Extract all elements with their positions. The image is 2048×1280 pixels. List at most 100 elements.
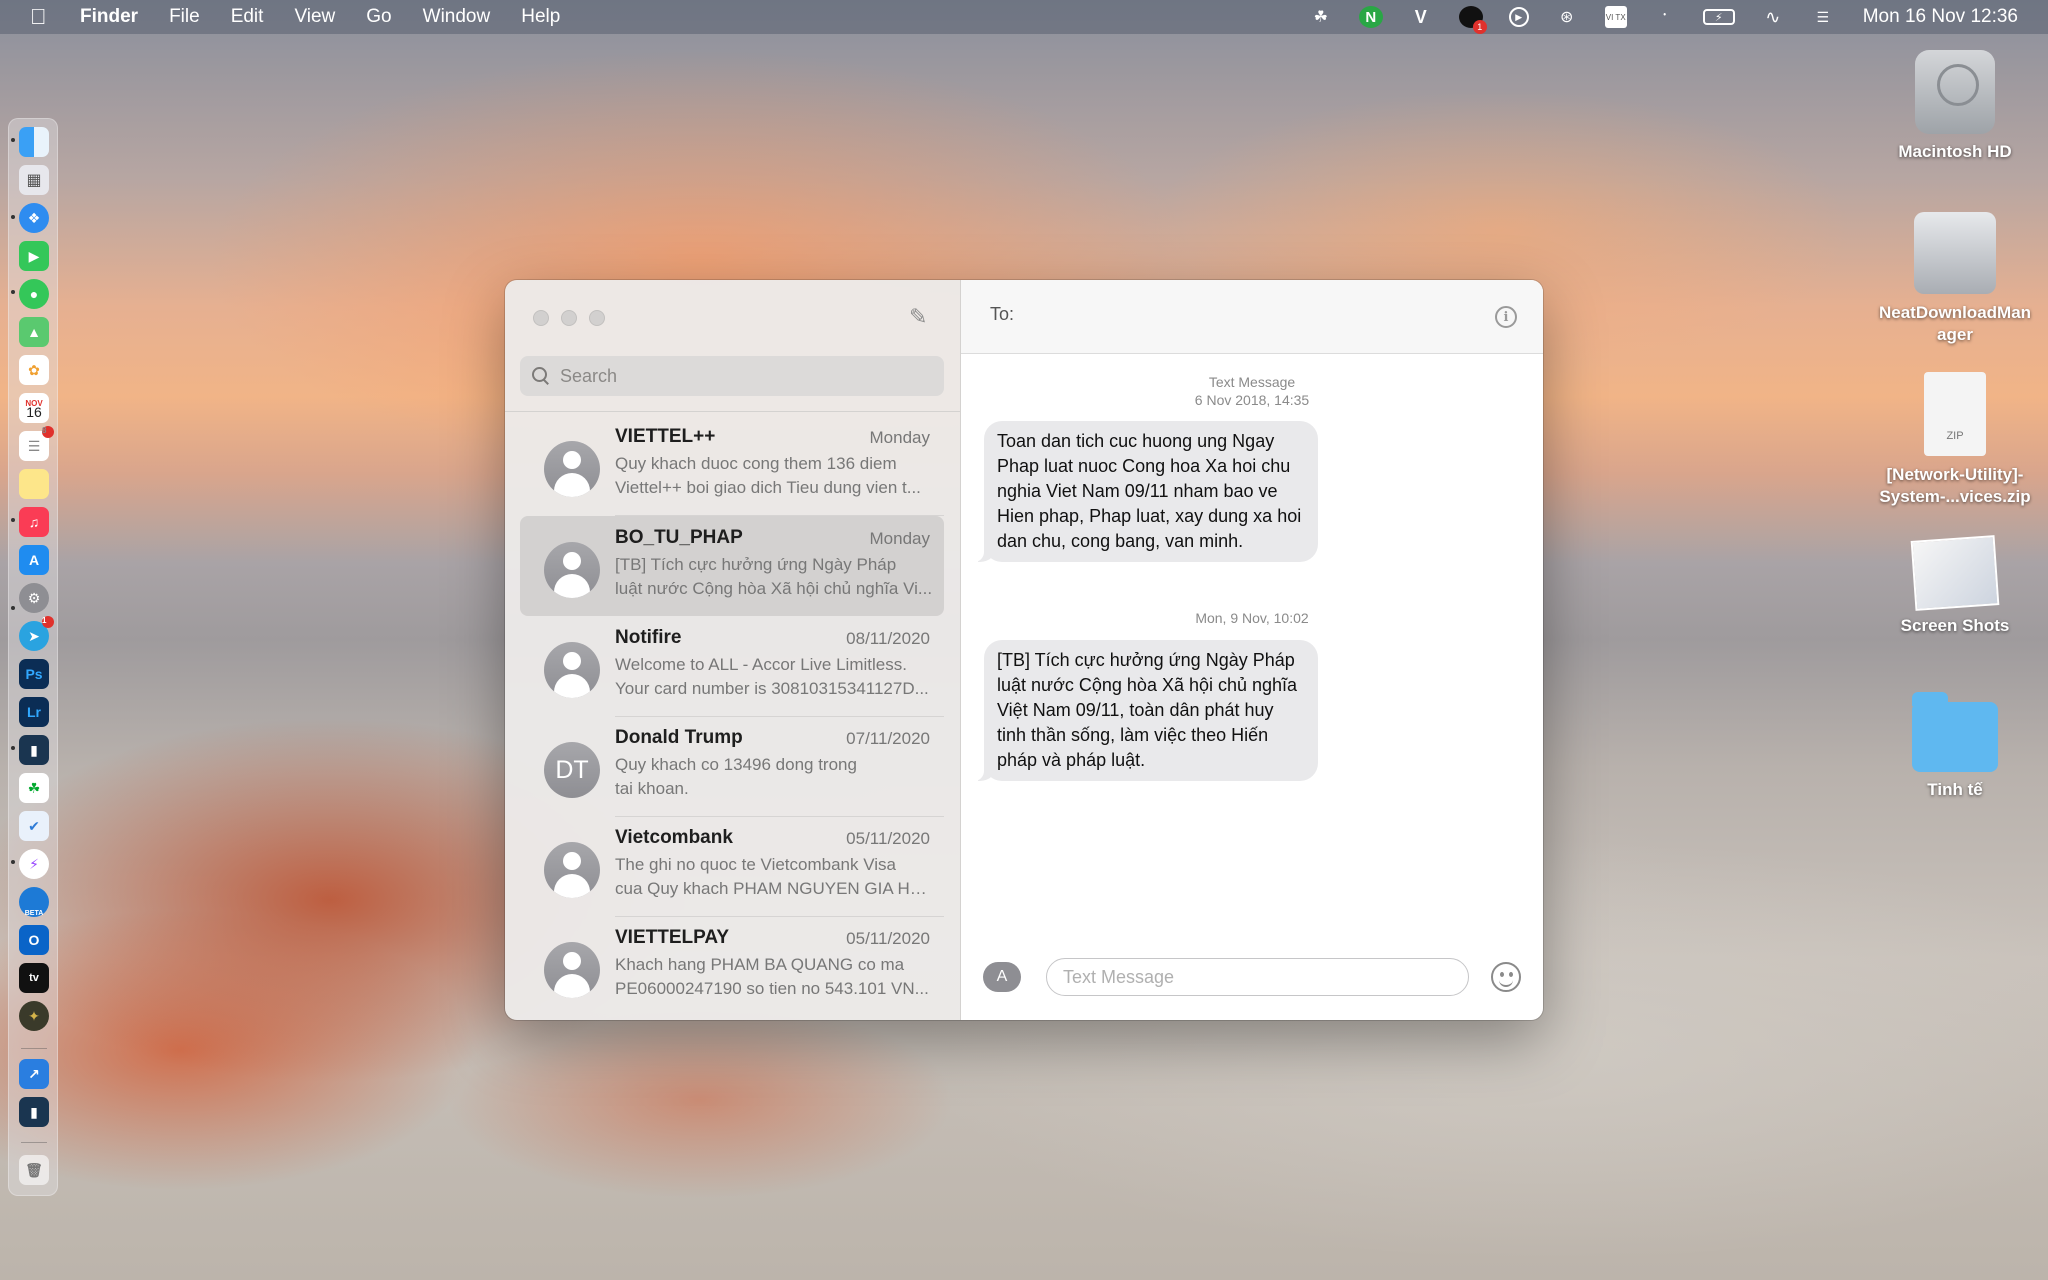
app-store-apps-icon[interactable]: A (983, 962, 1021, 992)
dock-badge: 1 (42, 616, 54, 628)
dock-running-dot (11, 860, 15, 864)
conversation-preview: [TB] Tích cực hưởng ứng Ngày Pháp luật n… (615, 555, 933, 598)
folder-icon (1912, 692, 1998, 772)
menu-help[interactable]: Help (521, 6, 560, 28)
bluetooth-icon[interactable]: ᛫ (1653, 6, 1677, 28)
menu-clock[interactable]: Mon 16 Nov 12:36 (1863, 6, 2018, 28)
conversation-name: Notifire (615, 627, 682, 648)
messenger-icon[interactable]: ⚡ (19, 849, 49, 879)
avatar (544, 542, 600, 598)
avatar (544, 942, 600, 998)
conversation-item[interactable]: VIETTELPAY 05/11/2020 Khach hang PHAM BA… (520, 916, 944, 1016)
menu-file[interactable]: File (169, 6, 200, 28)
wifi-icon[interactable]: ∿ (1761, 6, 1785, 28)
desktop-item-label: Tinh tế (1927, 780, 1983, 799)
conversation-name: VIETTEL++ (615, 426, 716, 447)
desktop-item-label: [Network-Utility]-System-...vices.zip (1879, 465, 2031, 506)
calendar-icon[interactable]: NOV 16 (19, 393, 49, 423)
conversation-preview: Quy khach co 13496 dong trong tai khoan. (615, 755, 857, 798)
avatar (544, 842, 600, 898)
apple-menu-icon[interactable]:  (30, 5, 52, 29)
dock: ▦ ❖ ▶ ● ▲ ✿ NOV 16 ☰ 8 ♫ A ⚙ ➤ 1 Ps Lr ▮ ☘… (8, 118, 58, 1196)
messages-icon[interactable]: ● (19, 279, 49, 309)
message-bubble[interactable]: [TB] Tích cực hưởng ứng Ngày Pháp luật n… (974, 640, 1318, 781)
n-icon[interactable]: N (1358, 6, 1383, 28)
v-icon[interactable]: V (1409, 6, 1433, 28)
maps-icon[interactable]: ▲ (19, 317, 49, 347)
activity-icon[interactable]: ↗ (19, 1059, 49, 1089)
chat-header: To: i (961, 280, 1543, 354)
conversation-item[interactable]: Notifire 08/11/2020 Welcome to ALL - Acc… (520, 616, 944, 716)
conversation-name: BO_TU_PHAP (615, 527, 743, 548)
notification-icon[interactable]: 1 (1458, 6, 1487, 34)
notes-icon[interactable] (19, 469, 49, 499)
lightroom-icon[interactable]: Lr (19, 697, 49, 727)
photos-icon[interactable]: ✿ (19, 355, 49, 385)
trash-icon[interactable]: 🗑 (19, 1155, 49, 1185)
edge-beta-icon[interactable]: BETA (19, 887, 49, 917)
conversation-date: 07/11/2020 (846, 729, 930, 748)
photoshop-icon[interactable]: Ps (19, 659, 49, 689)
message-input[interactable] (1046, 958, 1469, 996)
conversation-sidebar: ✎ VIETTEL++ Monday Quy khach duoc cong t… (505, 280, 961, 1020)
apple-tv-icon[interactable]: tv (19, 963, 49, 993)
zip-badge: ZIP (1946, 430, 1964, 442)
outlook-icon[interactable]: O (19, 925, 49, 955)
desktop-item-screen-shots[interactable]: Screen Shots (1875, 535, 2035, 636)
emoji-icon[interactable] (1491, 962, 1521, 992)
conversation-item[interactable]: DT Donald Trump 07/11/2020 Quy khach co … (520, 716, 944, 816)
dock-separator (21, 1048, 47, 1049)
desktop-item-zip-file[interactable]: ZIP [Network-Utility]-System-...vices.zi… (1875, 372, 2035, 508)
desktop-item-label: NeatDownloadManager (1878, 303, 2032, 344)
menu-go[interactable]: Go (366, 6, 391, 28)
system-preferences-icon[interactable]: ⚙ (19, 583, 49, 613)
zoom-button[interactable] (589, 310, 605, 326)
app-icon[interactable]: ▮ (19, 735, 49, 765)
evernote-icon[interactable]: ☘ (1309, 6, 1333, 28)
conversation-name: VIETTELPAY (615, 927, 730, 948)
menu-window[interactable]: Window (423, 6, 491, 28)
compass-icon[interactable]: ✦ (19, 1001, 49, 1031)
battery-icon[interactable]: ⚡ (1702, 9, 1735, 25)
desktop-item-label: Macintosh HD (1898, 142, 2012, 161)
message-bubble[interactable]: Toan dan tich cuc huong ung Ngay Phap lu… (974, 421, 1318, 562)
music-icon[interactable]: ♫ (19, 507, 49, 537)
desktop-item-macintosh-hd[interactable]: Macintosh HD (1875, 50, 2035, 162)
desktop-item-neatdownloadmanager[interactable]: NeatDownloadManager (1875, 212, 2035, 346)
play-icon[interactable]: ▶ (1508, 7, 1529, 27)
avatar (544, 441, 600, 497)
menu-view[interactable]: View (294, 6, 335, 28)
chat-pane: To: i Text Message 6 Nov 2018, 14:35 Toa… (961, 280, 1543, 1020)
launchpad-icon[interactable]: ▦ (19, 165, 49, 195)
safari-icon[interactable]: ❖ (19, 203, 49, 233)
menu-bar:  Finder File Edit View Go Window Help ☘… (0, 0, 2048, 34)
close-button[interactable] (533, 310, 549, 326)
facetime-icon[interactable]: ▶ (19, 241, 49, 271)
menu-app-name[interactable]: Finder (80, 6, 138, 28)
reminders-icon[interactable]: ☰ 8 (19, 426, 54, 461)
app-store-icon[interactable]: A (19, 545, 49, 575)
conversation-item[interactable]: VIETTEL++ Monday Quy khach duoc cong the… (520, 415, 944, 515)
dock-running-dot (11, 518, 15, 522)
conversation-date: 05/11/2020 (846, 929, 930, 948)
desktop-item-tinh-te[interactable]: Tinh tế (1875, 692, 2035, 800)
control-center-icon[interactable]: ☰ (1811, 6, 1835, 28)
search-field[interactable] (520, 356, 944, 396)
timestamp-date: 6 Nov 2018, 14:35 (1194, 392, 1310, 408)
conversation-item[interactable]: Vietcombank 05/11/2020 The ghi no quoc t… (520, 816, 944, 916)
keyboard-vi-icon[interactable]: VI TX (1604, 6, 1627, 28)
airdrop-icon[interactable]: ⊛ (1555, 6, 1579, 28)
minimize-button[interactable] (561, 310, 577, 326)
downloads-stack-icon[interactable]: ▮ (19, 1097, 49, 1127)
menu-edit[interactable]: Edit (231, 6, 264, 28)
todo-icon[interactable]: ✔ (19, 811, 49, 841)
dock-separator (21, 1142, 47, 1143)
conversation-item-selected[interactable]: BO_TU_PHAP Monday [TB] Tích cực hưởng ứn… (520, 516, 944, 616)
telegram-icon[interactable]: ➤ 1 (19, 616, 54, 651)
evernote-dock-icon[interactable]: ☘ (19, 773, 49, 803)
info-icon[interactable]: i (1495, 306, 1517, 328)
conversation-date: 05/11/2020 (846, 829, 930, 848)
finder-icon[interactable] (19, 127, 49, 157)
search-input[interactable] (560, 365, 940, 387)
compose-icon[interactable]: ✎ (909, 306, 931, 328)
